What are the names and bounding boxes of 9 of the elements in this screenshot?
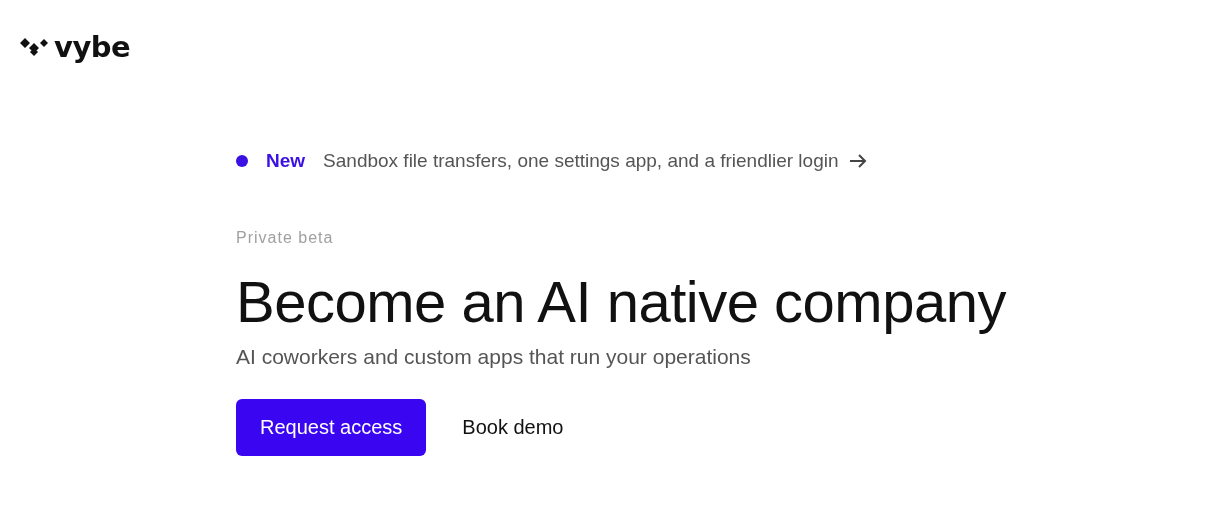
arrow-right-icon — [848, 154, 867, 168]
eyebrow-label: Private beta — [236, 229, 335, 247]
hero-subtitle: AI coworkers and custom apps that run your operations — [236, 344, 752, 369]
logo-icon — [20, 37, 50, 57]
announcement-link[interactable]: New Sandbox file transfers, one settings app, and a friendlier login — [236, 139, 1232, 183]
status-dot-icon — [236, 155, 248, 167]
logo-link[interactable]: vybe — [20, 30, 131, 64]
request-access-button[interactable]: Request access — [236, 398, 427, 456]
hero-title: Become an AI native company — [236, 268, 1008, 336]
